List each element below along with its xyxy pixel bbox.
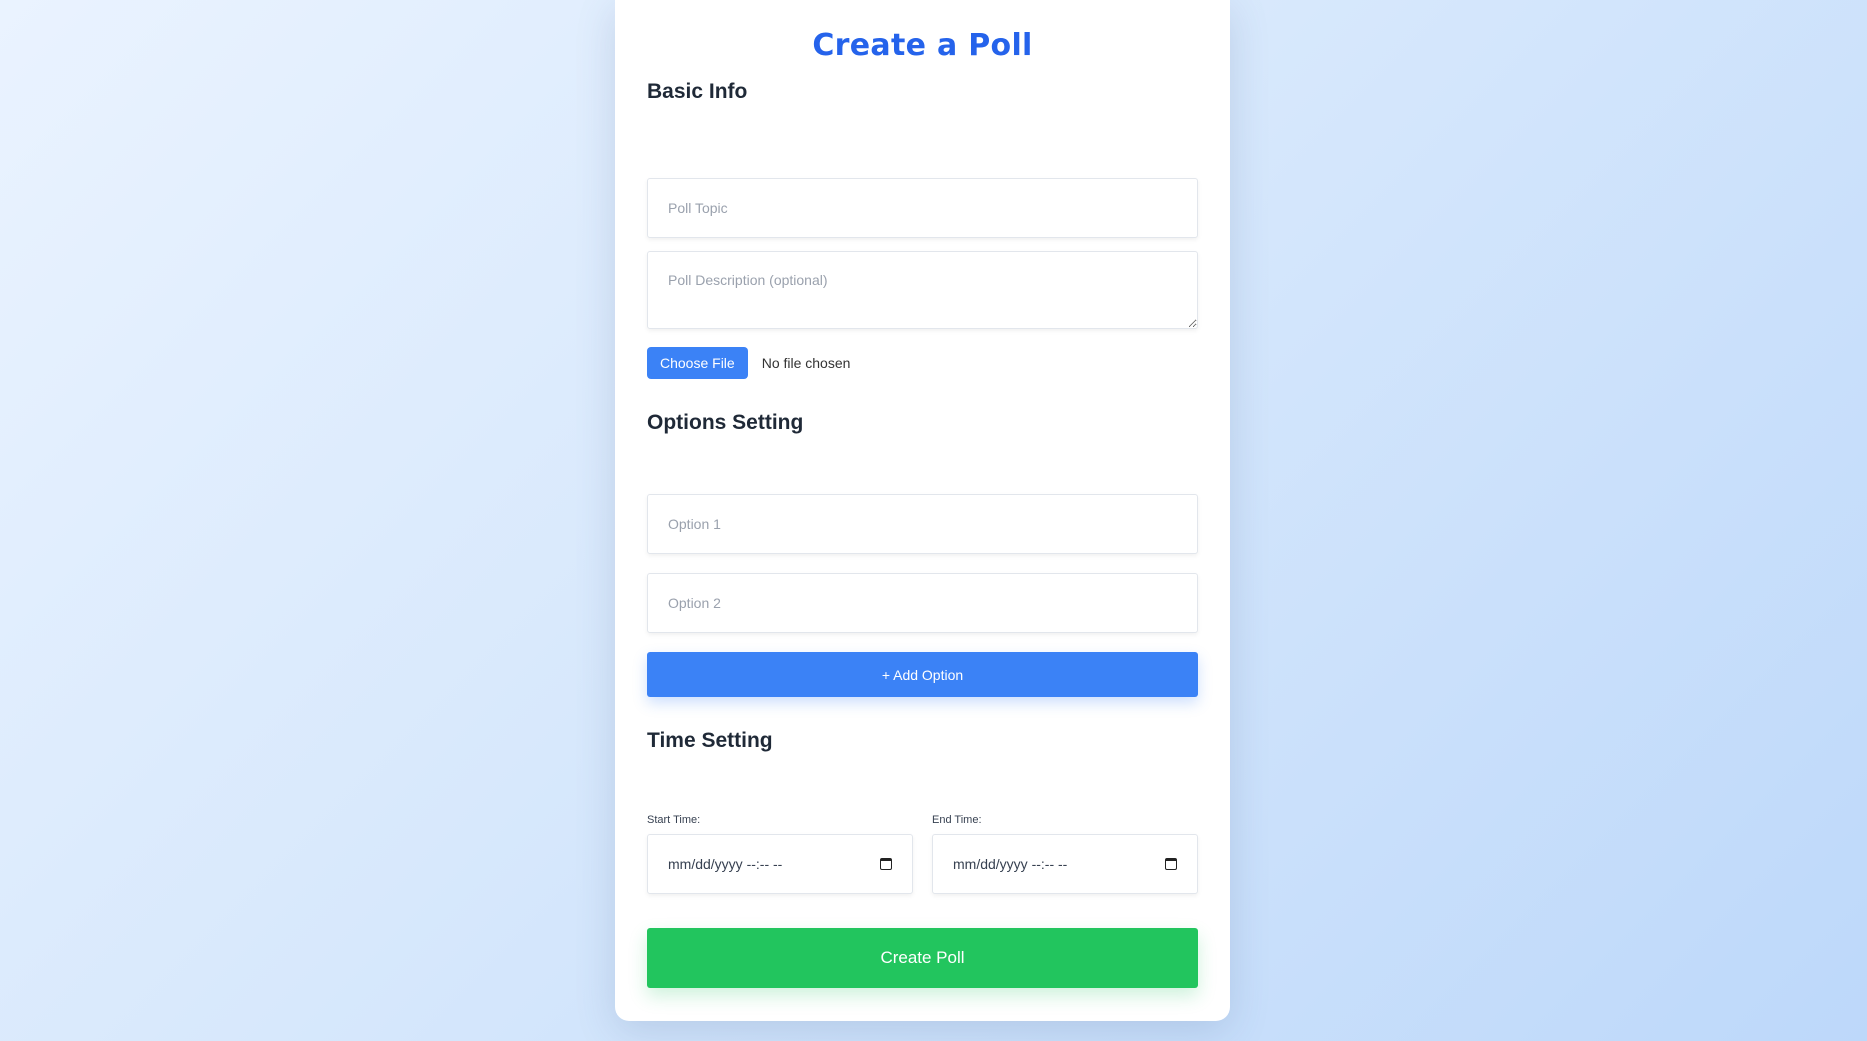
create-poll-button[interactable]: Create Poll: [647, 928, 1198, 988]
file-upload-row: Choose File No file chosen: [647, 347, 850, 379]
file-status-text: No file chosen: [761, 355, 851, 371]
option-1-input[interactable]: [647, 494, 1198, 554]
add-option-button[interactable]: + Add Option: [647, 652, 1198, 697]
options-setting-heading: Options Setting: [647, 411, 804, 434]
start-time-value: mm/dd/yyyy --:-- --: [668, 856, 783, 872]
poll-description-textarea[interactable]: [647, 251, 1198, 329]
option-2-input[interactable]: [647, 573, 1198, 633]
time-setting-heading: Time Setting: [647, 729, 773, 752]
poll-form-card: Create a Poll Basic Info Choose File No …: [615, 0, 1230, 1021]
end-time-input[interactable]: mm/dd/yyyy --:-- --: [932, 834, 1198, 894]
start-time-input[interactable]: mm/dd/yyyy --:-- --: [647, 834, 913, 894]
calendar-icon[interactable]: [1165, 858, 1177, 870]
calendar-icon[interactable]: [880, 858, 892, 870]
page-title: Create a Poll: [812, 28, 1033, 63]
start-time-group: Start Time: mm/dd/yyyy --:-- --: [647, 814, 913, 894]
end-time-label: End Time:: [932, 814, 982, 826]
end-time-group: End Time: mm/dd/yyyy --:-- --: [932, 814, 1198, 894]
start-time-label: Start Time:: [647, 814, 701, 826]
poll-topic-input[interactable]: [647, 178, 1198, 238]
choose-file-button[interactable]: Choose File: [647, 347, 748, 379]
basic-info-heading: Basic Info: [647, 80, 748, 103]
end-time-value: mm/dd/yyyy --:-- --: [953, 856, 1068, 872]
